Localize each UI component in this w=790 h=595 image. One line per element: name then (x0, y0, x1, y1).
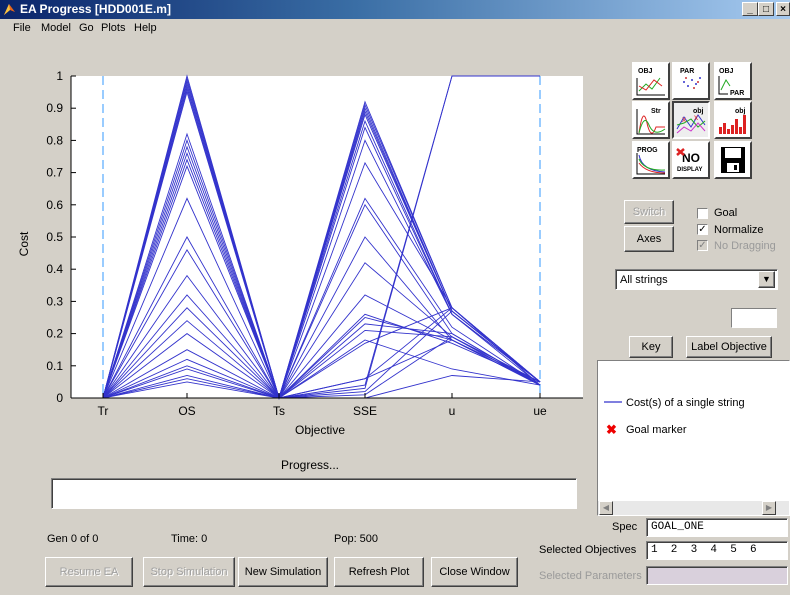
goal-checkbox[interactable] (697, 208, 708, 219)
svg-text:DISPLAY: DISPLAY (677, 167, 702, 173)
menu-go[interactable]: Go (79, 22, 94, 34)
save-tool[interactable] (714, 141, 752, 179)
no-dragging-label: No Dragging (714, 240, 776, 252)
svg-text:obj: obj (735, 108, 746, 115)
x-tick-label: SSE (353, 404, 377, 418)
x-tick-label: ue (533, 404, 547, 418)
par-plot-tool[interactable]: PAR (672, 62, 710, 100)
normalize-label: Normalize (714, 224, 764, 236)
par-plot-icon: PAR (680, 68, 701, 89)
new-simulation-button[interactable]: New Simulation (238, 557, 328, 587)
key-button[interactable]: Key (629, 336, 673, 358)
menu-help[interactable]: Help (134, 22, 157, 34)
x-tick-label: Ts (273, 404, 285, 418)
switch-button[interactable]: Switch (624, 200, 674, 224)
no-dragging-checkbox[interactable]: ✓ (697, 240, 708, 251)
legend-line-label: Cost(s) of a single string (626, 397, 745, 409)
svg-text:PAR: PAR (680, 68, 694, 75)
obj-par-plot-icon: OBJ PAR (718, 68, 744, 97)
selected-parameters-label: Selected Parameters (539, 570, 642, 582)
title-bar[interactable]: EA Progress [HDD001E.m] _ □ × (0, 0, 790, 19)
no-display-tool[interactable]: NO DISPLAY (672, 141, 710, 179)
y-tick-label: 0.3 (46, 294, 63, 308)
stop-simulation-button[interactable]: Stop Simulation (143, 557, 235, 587)
strings-dropdown[interactable]: All strings ▼ (615, 269, 778, 290)
resume-ea-button[interactable]: Resume EA (45, 557, 133, 587)
chevron-down-icon[interactable]: ▼ (758, 271, 775, 288)
obj-plot-tool[interactable]: OBJ (632, 62, 670, 100)
time-status: Time: 0 (171, 533, 208, 545)
parallel-coordinates-chart[interactable]: 0 0.1 0.2 0.3 0.4 0.5 0.6 0.7 0.8 0.9 1 Tr OS Ts SSE u… (0, 40, 600, 440)
obj-lines-tool[interactable]: obj xx (672, 101, 710, 139)
strings-dropdown-value: All strings (620, 274, 668, 286)
goal-label: Goal (714, 207, 738, 219)
matlab-icon (4, 4, 15, 15)
svg-text:PAR: PAR (730, 90, 744, 97)
maximize-button[interactable]: □ (758, 2, 774, 16)
svg-text:x: x (682, 115, 686, 124)
svg-text:OBJ: OBJ (719, 68, 734, 75)
no-display-icon: NO DISPLAY (676, 148, 702, 173)
obj-histogram-tool[interactable]: obj (714, 101, 752, 139)
legend-line-swatch (604, 401, 622, 403)
x-tick-label: u (449, 404, 456, 418)
scroll-right-icon[interactable]: ▶ (762, 501, 776, 515)
str-plot-icon: Str (636, 108, 666, 135)
x-axis-label: Objective (295, 423, 345, 437)
legend-scrollbar[interactable]: ◀ ▶ (598, 501, 789, 515)
obj-plot-icon: OBJ (636, 68, 665, 96)
menu-file[interactable]: File (13, 22, 31, 34)
progress-plot-icon: PROG (636, 147, 666, 175)
progress-plot-tool[interactable]: PROG (632, 141, 670, 179)
y-tick-label: 0.1 (46, 359, 63, 373)
spec-label: Spec (612, 521, 638, 533)
close-window-bottom-button[interactable]: Close Window (431, 557, 518, 587)
obj-histogram-icon: obj (719, 108, 746, 134)
x-tick-label: OS (178, 404, 195, 418)
y-axis-label: Cost (17, 231, 31, 256)
legend-marker-label: Goal marker (626, 424, 687, 436)
normalize-checkbox[interactable]: ✓ (697, 224, 708, 235)
goal-marker-icon: ✖ (606, 422, 617, 437)
y-tick-label: 0.5 (46, 230, 63, 244)
menu-bar: File Model Go Plots Help (0, 19, 790, 39)
floppy-disk-icon (721, 147, 745, 173)
progress-label: Progress... (281, 458, 340, 472)
svg-text:PROG: PROG (637, 147, 658, 154)
y-tick-label: 0.7 (46, 166, 63, 180)
svg-text:x: x (694, 113, 698, 122)
y-tick-label: 0.9 (46, 101, 63, 115)
selected-objectives-label: Selected Objectives (539, 544, 637, 556)
svg-text:Str: Str (651, 108, 661, 115)
selected-objectives-input[interactable]: 1 2 3 4 5 6 (646, 541, 788, 560)
y-tick-label: 1 (56, 69, 63, 83)
close-window-button[interactable]: × (776, 2, 790, 16)
menu-plots[interactable]: Plots (101, 22, 125, 34)
population-status: Pop: 500 (334, 533, 379, 545)
progress-bar (51, 478, 577, 509)
str-plot-tool[interactable]: Str (632, 101, 670, 139)
obj-par-plot-tool[interactable]: OBJ PAR (714, 62, 752, 100)
refresh-plot-button[interactable]: Refresh Plot (334, 557, 424, 587)
spec-input[interactable]: GOAL_ONE (646, 518, 788, 537)
legend-panel: Cost(s) of a single string ✖ Goal marker… (597, 360, 790, 516)
label-objective-button[interactable]: Label Objective (686, 336, 772, 358)
y-tick-label: 0.4 (46, 262, 63, 276)
y-tick-label: 0.2 (46, 327, 63, 341)
y-tick-label: 0 (56, 391, 63, 405)
scroll-left-icon[interactable]: ◀ (599, 501, 613, 515)
window-title: EA Progress [HDD001E.m] (20, 2, 171, 16)
y-tick-label: 0.6 (46, 198, 63, 212)
selected-parameters-input[interactable] (646, 566, 788, 585)
minimize-button[interactable]: _ (742, 2, 758, 16)
svg-text:NO: NO (682, 151, 700, 165)
obj-lines-icon: obj xx (676, 108, 706, 134)
svg-text:OBJ: OBJ (638, 68, 653, 75)
x-tick-label: Tr (98, 404, 109, 418)
y-tick-label: 0.8 (46, 133, 63, 147)
generation-status: Gen 0 of 0 (47, 533, 99, 545)
menu-model[interactable]: Model (41, 22, 71, 34)
value-input[interactable] (731, 308, 777, 328)
axes-button[interactable]: Axes (624, 226, 674, 252)
